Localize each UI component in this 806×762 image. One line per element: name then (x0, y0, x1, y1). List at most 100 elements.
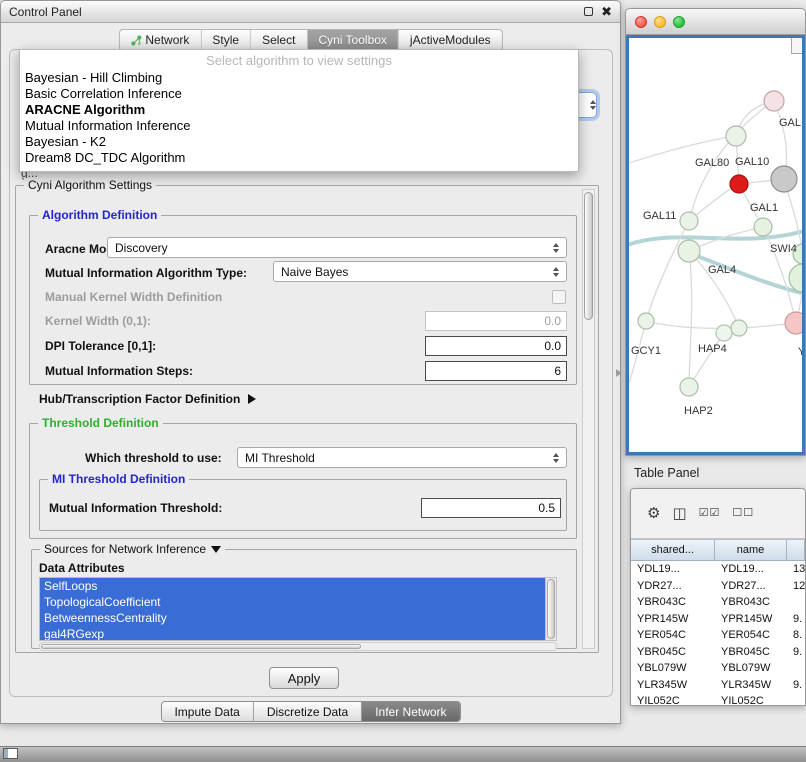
cell-value (787, 594, 805, 611)
close-traffic-light[interactable] (635, 16, 647, 28)
table-row[interactable]: YBR045CYBR045C9. (631, 644, 805, 661)
cell-name: YBR045C (715, 644, 787, 661)
mi-type-label: Mutual Information Algorithm Type: (45, 266, 247, 280)
table-header: shared...name (631, 539, 805, 561)
control-panel-titlebar[interactable]: Control Panel ✖ (1, 1, 620, 23)
algorithm-option[interactable]: Bayesian - K2 (20, 134, 578, 150)
mi-threshold-input[interactable]: 0.5 (421, 498, 561, 518)
cell-name: YBR043C (715, 594, 787, 611)
tab-network[interactable]: Network (119, 30, 201, 50)
control-panel-window: Control Panel ✖ NetworkStyle Select Cyni T… (0, 0, 621, 724)
sources-group-title[interactable]: Sources for Network Inference (40, 542, 225, 556)
graph-node[interactable] (754, 218, 772, 236)
cell-value (787, 693, 805, 705)
graph-node[interactable] (678, 240, 700, 262)
table-row[interactable]: YER054CYER054C8. (631, 627, 805, 644)
zoom-traffic-light[interactable] (673, 16, 685, 28)
graph-node-label: Y (798, 346, 802, 358)
graph-node[interactable] (680, 212, 698, 230)
attribute-item[interactable]: BetweennessCentrality (40, 610, 545, 626)
graph-edge (689, 251, 692, 387)
minimize-traffic-light[interactable] (654, 16, 666, 28)
attribute-item[interactable]: TopologicalCoefficient (40, 594, 545, 610)
graph-node[interactable] (764, 91, 784, 111)
algorithm-option[interactable]: Dream8 DC_TDC Algorithm (20, 150, 578, 166)
attribute-item[interactable]: gal4RGexp (40, 626, 545, 641)
graph-node-label: GAL80 (695, 157, 729, 169)
algorithm-option[interactable]: ARACNE Algorithm (20, 102, 578, 118)
network-window-titlebar[interactable] (626, 9, 805, 35)
panel-resize-arrow[interactable] (616, 369, 622, 377)
which-threshold-select[interactable]: MI Threshold (237, 447, 567, 468)
table-row[interactable]: YDR27...YDR27...12 (631, 578, 805, 595)
algorithm-option[interactable]: Bayesian - Hill Climbing (20, 70, 578, 86)
table-row[interactable]: YLR345WYLR345W9. (631, 677, 805, 694)
aracne-mode-select[interactable]: Discovery (107, 237, 567, 258)
settings-scrollbar-thumb[interactable] (584, 192, 593, 320)
graph-node-label: GAL1 (750, 202, 778, 214)
network-graph: GALGAL80GAL10GAL11GAL1SWI4GAL4GCY1HAP4YH… (629, 38, 802, 454)
tab-impute-data[interactable]: Impute Data (161, 702, 253, 721)
settings-scrollbar[interactable] (582, 189, 595, 649)
cell-name: YDR27... (715, 578, 787, 595)
tab-label: Select (262, 33, 295, 47)
graph-node[interactable] (789, 264, 802, 292)
graph-node[interactable] (731, 320, 747, 336)
graph-node[interactable] (680, 378, 698, 396)
graph-node[interactable] (771, 166, 797, 192)
cell-shared-name: YBR043C (631, 594, 715, 611)
close-icon[interactable]: ✖ (601, 5, 612, 18)
hub-definition-toggle[interactable]: Hub/Transcription Factor Definition (39, 392, 256, 406)
algorithm-option[interactable]: Mutual Information Inference (20, 118, 578, 134)
cell-name: YPR145W (715, 611, 787, 628)
network-icon (130, 35, 141, 46)
algorithm-option[interactable]: Basic Correlation Inference (20, 86, 578, 102)
cell-shared-name: YIL052C (631, 693, 715, 705)
graph-node[interactable] (726, 126, 746, 146)
cell-value: 9. (787, 611, 805, 628)
attributes-list-hscrollbar[interactable] (39, 642, 557, 651)
scrollbar-stub[interactable] (791, 38, 802, 54)
table-row[interactable]: YDL19...YDL19...13 (631, 561, 805, 578)
cell-shared-name: YDR27... (631, 578, 715, 595)
graph-node[interactable] (638, 313, 654, 329)
select-all-icon[interactable]: ☑☑ (699, 508, 721, 519)
combo-arrows-icon (553, 453, 559, 463)
tab-cyni-toolbox[interactable]: Cyni Toolbox (307, 30, 398, 50)
mi-steps-input[interactable]: 6 (425, 361, 567, 381)
table-row[interactable]: YBL079WYBL079W (631, 660, 805, 677)
table-row[interactable]: YPR145WYPR145W9. (631, 611, 805, 628)
dpi-tolerance-input[interactable]: 0.0 (425, 336, 567, 356)
table-row[interactable]: YIL052CYIL052C (631, 693, 805, 705)
float-window-icon[interactable] (584, 7, 593, 16)
tab-jactivemodules[interactable]: jActiveModules (399, 30, 502, 50)
algorithm-dropdown-popup: Select algorithm to view settings Bayesi… (19, 49, 579, 172)
tab-infer-network[interactable]: Infer Network (362, 702, 459, 721)
columns-icon[interactable]: ◫ (672, 506, 686, 521)
cell-name: YBL079W (715, 660, 787, 677)
column-header[interactable]: shared... (631, 540, 715, 560)
tab-select[interactable]: Select (251, 30, 307, 50)
network-canvas[interactable]: GALGAL80GAL10GAL11GAL1SWI4GAL4GCY1HAP4YH… (626, 35, 805, 455)
data-attributes-label: Data Attributes (39, 561, 125, 575)
combo-arrows-icon (553, 267, 559, 277)
mini-window-icon[interactable] (3, 748, 18, 759)
graph-edge (689, 333, 724, 387)
tab-discretize-data[interactable]: Discretize Data (254, 702, 362, 721)
deselect-all-icon[interactable]: ☐☐ (732, 508, 754, 519)
kernel-width-label: Kernel Width (0,1): (45, 314, 151, 328)
cell-name: YIL052C (715, 693, 787, 705)
apply-button[interactable]: Apply (269, 667, 339, 689)
column-header[interactable]: name (715, 540, 787, 560)
attributes-list-scrollbar[interactable] (545, 577, 557, 641)
table-row[interactable]: YBR043CYBR043C (631, 594, 805, 611)
graph-node[interactable] (730, 175, 748, 193)
tab-style[interactable]: Style (201, 30, 251, 50)
graph-node-label: HAP2 (684, 405, 713, 417)
gear-icon[interactable]: ⚙ (647, 506, 660, 521)
graph-node[interactable] (785, 312, 802, 334)
graph-node[interactable] (716, 325, 732, 341)
mi-type-select[interactable]: Naive Bayes (273, 261, 567, 282)
attribute-item[interactable]: SelfLoops (40, 578, 545, 594)
column-header[interactable] (787, 540, 805, 560)
